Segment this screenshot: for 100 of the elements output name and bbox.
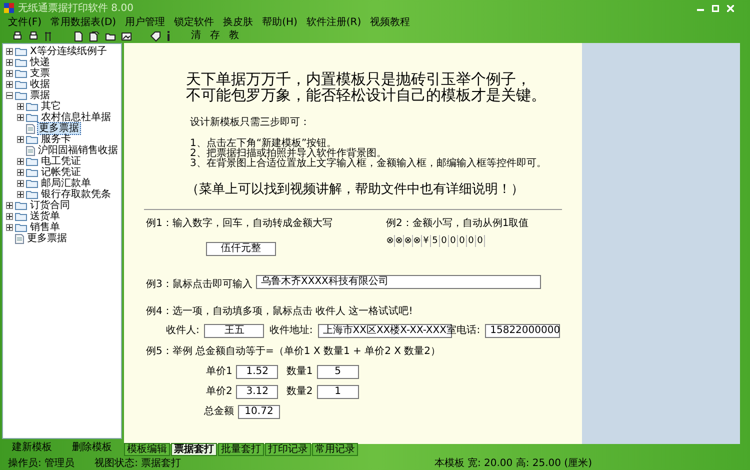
amount-words-field[interactable]: 伍仟元整 — [206, 242, 276, 256]
tree-item[interactable]: 其它 — [40, 101, 62, 112]
expand-toggle[interactable] — [6, 224, 13, 231]
view-tab[interactable]: 常用记录 — [312, 443, 358, 456]
folder-icon — [26, 168, 38, 177]
digit-cell: 0 — [440, 235, 449, 247]
expand-toggle[interactable] — [6, 59, 13, 66]
menu-item[interactable]: 锁定软件 — [174, 16, 214, 28]
info-icon[interactable] — [166, 31, 171, 41]
digit-cell: 5 — [431, 235, 440, 247]
folder-icon — [15, 223, 27, 232]
template-button[interactable]: 建新模板 — [8, 442, 56, 454]
tree-item[interactable]: 服务卡 — [40, 134, 72, 145]
menu-item[interactable]: 帮助(H) — [262, 16, 298, 28]
view-tab[interactable]: 打印记录 — [265, 443, 311, 456]
operator-status: 操作员: 管理员 — [8, 456, 75, 470]
expand-toggle[interactable] — [17, 103, 24, 110]
template-size-status: 本模板 宽: 20.00 高: 25.00 (厘米) — [434, 456, 592, 470]
expand-toggle[interactable] — [6, 213, 13, 220]
maximize-icon[interactable] — [712, 4, 719, 12]
label-text: 例3：鼠标点击即可输入 — [146, 279, 252, 290]
printer-icon[interactable] — [28, 30, 39, 42]
view-state-status: 视图状态: 票据套打 — [94, 456, 182, 470]
window-title: 无纸通票据打印软件 8.00 — [18, 2, 134, 16]
menu-item[interactable]: 软件注册(R) — [306, 16, 362, 28]
text-field[interactable]: 1 — [316, 384, 359, 398]
document-icon — [26, 146, 35, 156]
tree-item[interactable]: 电工凭证 — [40, 156, 82, 167]
tree-item[interactable]: 支票 — [29, 68, 51, 79]
digit-cell: 0 — [449, 235, 458, 247]
text-field[interactable]: 15822000000 — [485, 324, 560, 338]
toolbar-button[interactable]: 教 — [227, 30, 241, 42]
tree-item[interactable]: 更多票据 — [37, 122, 81, 135]
expand-toggle[interactable] — [17, 114, 24, 121]
expand-toggle[interactable] — [6, 81, 13, 88]
text-field[interactable]: 王五 — [204, 324, 264, 338]
text-field[interactable]: 5 — [316, 364, 359, 378]
tree-item[interactable]: 沪阳固福销售收据 — [37, 145, 119, 156]
tree-item[interactable]: 银行存取款凭条 — [40, 189, 112, 200]
digit-cell: ⊗ — [404, 235, 413, 247]
folder-icon — [15, 69, 27, 78]
label-text: 电话: — [456, 324, 480, 338]
folder-icon — [26, 135, 38, 144]
intro-text: 设计新模板只需三步即可： — [189, 117, 311, 129]
tree-item[interactable]: 收据 — [29, 79, 51, 90]
folder-icon — [26, 113, 38, 122]
step-text: 3、在背景图上合适位置放上文字输入框，金额输入框，邮编输入框等控件即可。 — [189, 159, 548, 169]
expand-toggle[interactable] — [17, 180, 24, 187]
amount-digits-field[interactable]: ⊗ ⊗ ⊗ ⊗ ¥ 5 0 0 0 0 0 — [386, 234, 529, 248]
label-text: 例2：金额小写，自动从例1取值 — [386, 216, 529, 231]
menu-item[interactable]: 视频教程 — [370, 16, 410, 28]
tree-item[interactable]: X等分连续纸例子 — [29, 46, 108, 57]
image-icon[interactable] — [121, 30, 132, 42]
total-field[interactable]: 10.72 — [238, 404, 280, 418]
view-tab[interactable]: 票据套打 — [171, 443, 217, 456]
menu-item[interactable]: 文件(F) — [8, 16, 42, 28]
step-text: 2、把票据扫描或拍照并导入软件作背景图。 — [189, 149, 386, 159]
tree-item[interactable]: 销售单 — [29, 222, 61, 233]
template-button[interactable]: 删除模板 — [68, 442, 116, 454]
tree-item[interactable]: 农村信息社单据 — [40, 112, 112, 123]
folder-icon — [15, 201, 27, 210]
expand-toggle[interactable] — [6, 202, 13, 209]
tree-item[interactable]: 快递 — [29, 57, 51, 68]
folder-icon — [26, 179, 38, 188]
text-field[interactable]: 3.12 — [236, 384, 278, 398]
expand-toggle[interactable] — [17, 169, 24, 176]
view-tab[interactable]: 模板编辑 — [124, 443, 170, 456]
label-text: 收件人: — [166, 324, 200, 338]
folder-icon — [26, 190, 38, 199]
tree-item[interactable]: 更多票据 — [26, 233, 68, 244]
tree-item[interactable]: 订货合同 — [29, 200, 71, 211]
digit-cell: ⊗ — [395, 235, 404, 247]
expand-toggle[interactable] — [17, 191, 24, 198]
digit-cell: 0 — [458, 235, 467, 247]
view-tab[interactable]: 批量套打 — [218, 443, 264, 456]
toolbar-button[interactable]: 清 — [189, 30, 203, 42]
close-icon[interactable] — [727, 4, 734, 12]
tree-item[interactable]: 记帐凭证 — [40, 167, 82, 178]
label-text: 例5：举例 总金额自动等于=（单价1 X 数量1 + 单价2 X 数量2） — [146, 344, 442, 359]
expand-toggle[interactable] — [6, 48, 13, 55]
tree-item[interactable]: 邮局汇款单 — [40, 178, 92, 189]
expand-toggle[interactable] — [17, 136, 24, 143]
tree-item[interactable]: 票据 — [29, 90, 51, 101]
label-text: 例4：选一项，自动填多项，鼠标点击 收件人 这一格试试吧! — [146, 304, 414, 319]
toolbar-button[interactable]: 存 — [208, 30, 222, 42]
menu-item[interactable]: 换皮肤 — [223, 16, 254, 28]
text-field[interactable]: 1.52 — [236, 364, 278, 378]
printer-icon[interactable] — [12, 30, 23, 42]
collapse-toggle[interactable] — [6, 92, 13, 99]
expand-toggle[interactable] — [17, 158, 24, 165]
documents-icon[interactable] — [89, 30, 100, 42]
digit-cell: 0 — [467, 235, 476, 247]
document-icon — [15, 234, 24, 244]
menu-item[interactable]: 常用数据表(D) — [50, 16, 116, 28]
menu-item[interactable]: 用户管理 — [125, 16, 166, 28]
company-field[interactable]: 乌鲁木齐XXXX科技有限公司 — [256, 275, 541, 289]
app-icon — [4, 3, 14, 13]
headline-text: 不可能包罗万象，能否轻松设计自己的模板才是关键。 — [186, 87, 547, 103]
tree-item[interactable]: 送货单 — [29, 211, 61, 222]
expand-toggle[interactable] — [6, 70, 13, 77]
